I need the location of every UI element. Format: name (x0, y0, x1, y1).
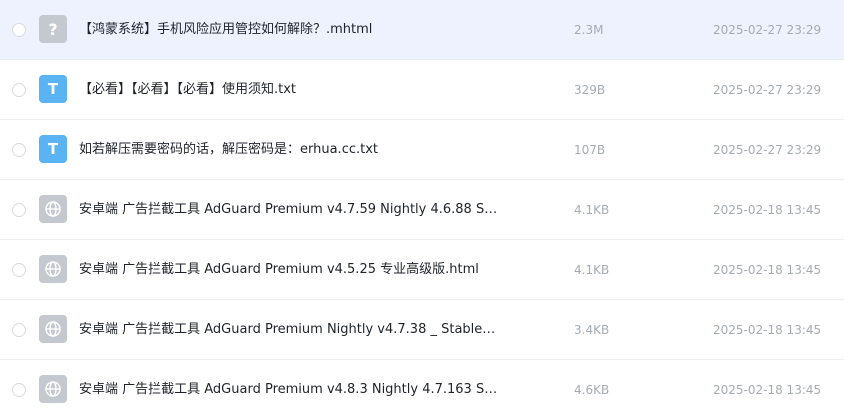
file-date: 2025-02-18 13:45 (713, 263, 822, 277)
question-icon: ? (39, 15, 67, 43)
file-date: 2025-02-18 13:45 (713, 323, 822, 337)
row-checkbox[interactable] (12, 143, 26, 157)
row-checkbox[interactable] (12, 263, 26, 277)
file-row[interactable]: T 如若解压需要密码的话，解压密码是：erhua.cc.txt 107B 202… (0, 120, 844, 180)
globe-icon (39, 315, 67, 343)
file-date: 2025-02-18 13:45 (713, 383, 822, 397)
file-date: 2025-02-18 13:45 (713, 203, 822, 217)
text-file-icon: T (39, 75, 67, 103)
file-size: 4.6KB (574, 383, 610, 397)
file-name[interactable]: 【鸿蒙系统】手机风险应用管控如何解除？.mhtml (79, 21, 499, 39)
file-size: 329B (574, 83, 606, 97)
file-name[interactable]: 【必看】【必看】【必看】使用须知.txt (79, 81, 499, 99)
file-name[interactable]: 如若解压需要密码的话，解压密码是：erhua.cc.txt (79, 141, 499, 159)
file-size: 3.4KB (574, 323, 610, 337)
file-list: ? 【鸿蒙系统】手机风险应用管控如何解除？.mhtml 2.3M 2025-02… (0, 0, 844, 420)
file-name[interactable]: 安卓端 广告拦截工具 AdGuard Premium v4.7.59 Night… (79, 201, 499, 219)
file-name[interactable]: 安卓端 广告拦截工具 AdGuard Premium v4.5.25 专业高级版… (79, 261, 499, 279)
file-row[interactable]: T 【必看】【必看】【必看】使用须知.txt 329B 2025-02-27 2… (0, 60, 844, 120)
text-file-icon: T (39, 135, 67, 163)
file-row[interactable]: 安卓端 广告拦截工具 AdGuard Premium v4.5.25 专业高级版… (0, 240, 844, 300)
row-checkbox[interactable] (12, 383, 26, 397)
file-date: 2025-02-27 23:29 (713, 23, 822, 37)
file-size: 4.1KB (574, 203, 610, 217)
file-row[interactable]: ? 【鸿蒙系统】手机风险应用管控如何解除？.mhtml 2.3M 2025-02… (0, 0, 844, 60)
file-date: 2025-02-27 23:29 (713, 83, 822, 97)
file-row[interactable]: 安卓端 广告拦截工具 AdGuard Premium v4.8.3 Nightl… (0, 360, 844, 420)
globe-icon (39, 255, 67, 283)
file-size: 107B (574, 143, 606, 157)
file-date: 2025-02-27 23:29 (713, 143, 822, 157)
file-size: 2.3M (574, 23, 604, 37)
file-row[interactable]: 安卓端 广告拦截工具 AdGuard Premium v4.7.59 Night… (0, 180, 844, 240)
row-checkbox[interactable] (12, 83, 26, 97)
file-size: 4.1KB (574, 263, 610, 277)
globe-icon (39, 375, 67, 403)
row-checkbox[interactable] (12, 323, 26, 337)
row-checkbox[interactable] (12, 203, 26, 217)
file-row[interactable]: 安卓端 广告拦截工具 AdGuard Premium Nightly v4.7.… (0, 300, 844, 360)
file-name[interactable]: 安卓端 广告拦截工具 AdGuard Premium Nightly v4.7.… (79, 321, 499, 339)
globe-icon (39, 195, 67, 223)
row-checkbox[interactable] (12, 23, 26, 37)
file-name[interactable]: 安卓端 广告拦截工具 AdGuard Premium v4.8.3 Nightl… (79, 381, 499, 399)
